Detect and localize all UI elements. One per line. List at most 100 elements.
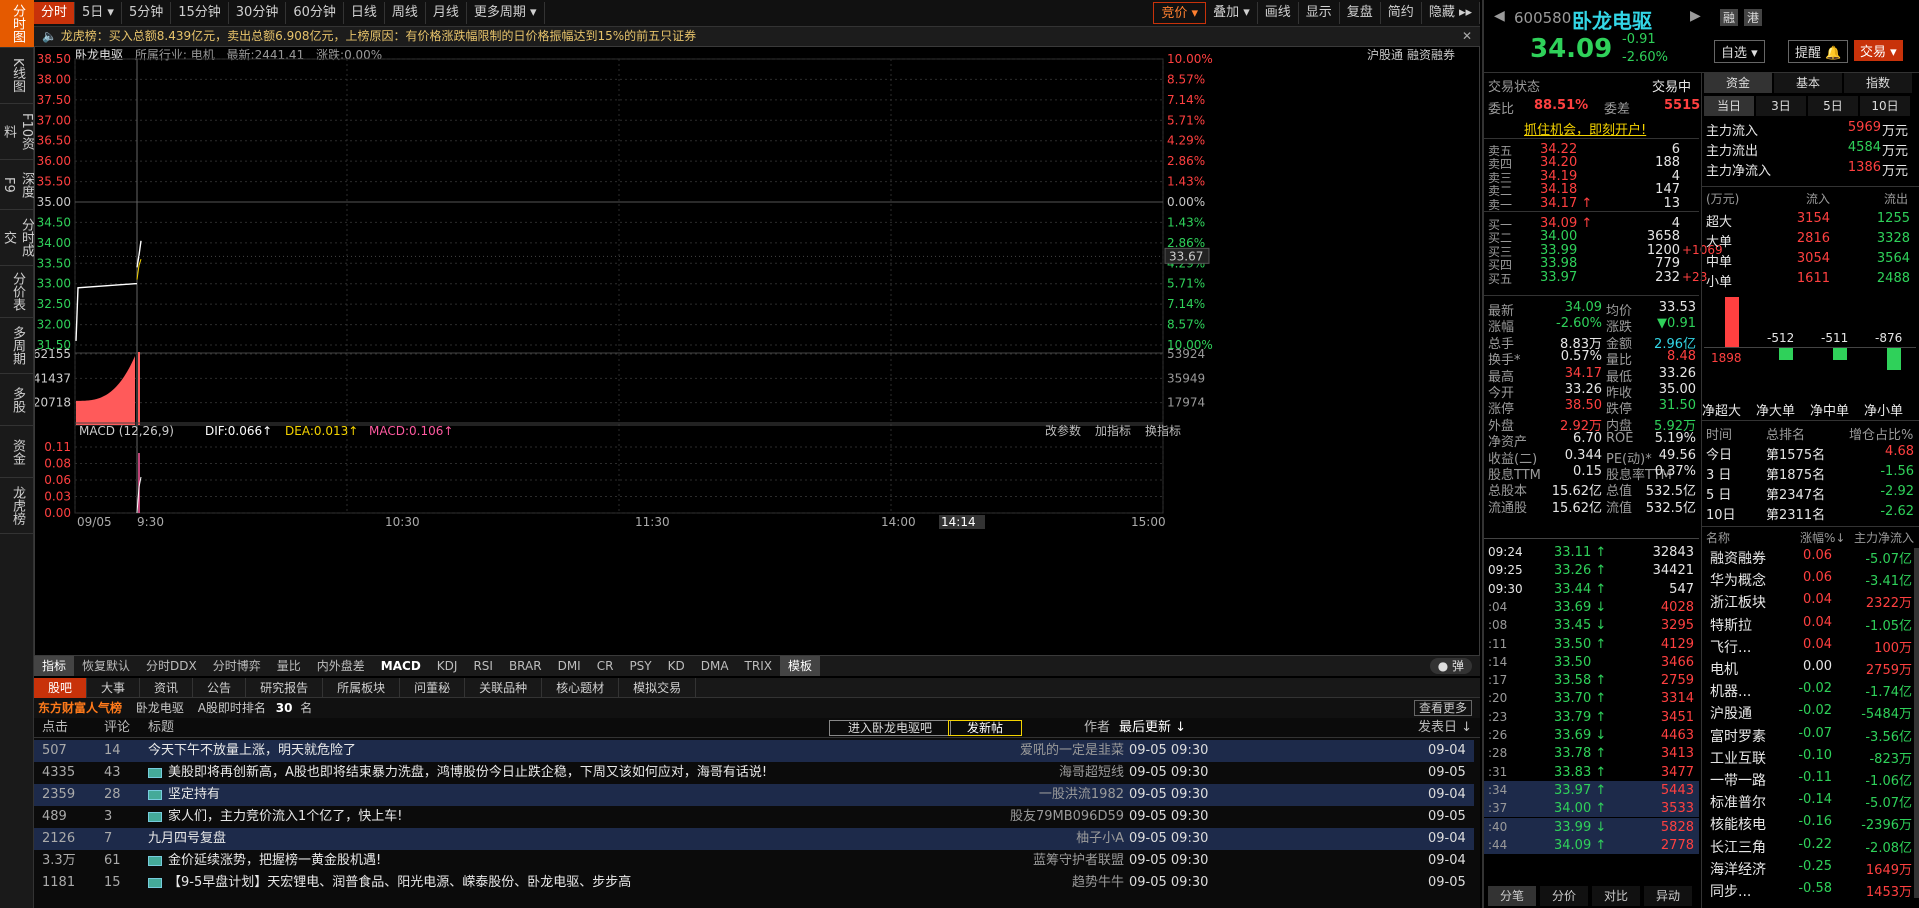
- sector-name[interactable]: 海洋经济: [1710, 859, 1766, 879]
- watchlist-button[interactable]: 自选 ▾: [1714, 40, 1765, 63]
- bottom-tab-3[interactable]: 公告: [193, 678, 247, 698]
- alert-button[interactable]: 提醒 🔔: [1788, 40, 1849, 63]
- period-tab-9[interactable]: 更多周期 ▾: [467, 2, 545, 24]
- prev-stock-icon[interactable]: ◀: [1494, 8, 1505, 24]
- indicator-tab-14[interactable]: DMA: [693, 656, 737, 676]
- bottom-tab-0[interactable]: 股吧: [34, 678, 88, 698]
- fund-tab-1[interactable]: 基本: [1774, 73, 1842, 93]
- indicator-tab-12[interactable]: PSY: [621, 656, 659, 676]
- toolbar-right-3[interactable]: 显示: [1299, 2, 1340, 24]
- sector-name[interactable]: 沪股通: [1710, 703, 1752, 723]
- left-tab-6[interactable]: 多周期: [0, 318, 34, 374]
- bottom-tab-4[interactable]: 研究报告: [246, 678, 324, 698]
- fund-period-2[interactable]: 5日: [1808, 96, 1858, 116]
- tick-tab-0[interactable]: 分笔: [1488, 886, 1536, 906]
- popup-toggle[interactable]: ● 弹: [1429, 658, 1472, 674]
- indicator-tab-16[interactable]: 模板: [779, 656, 820, 676]
- sector-name[interactable]: 核能核电: [1710, 814, 1766, 834]
- enter-forum-button[interactable]: 进入卧龙电驱吧: [829, 720, 952, 736]
- left-tab-5[interactable]: 分价表: [0, 266, 34, 318]
- left-tab-1[interactable]: K线图: [0, 48, 34, 104]
- indicator-tab-1[interactable]: 恢复默认: [74, 656, 138, 676]
- new-post-button[interactable]: 发新帖: [948, 720, 1023, 736]
- toolbar-right-1[interactable]: 叠加 ▾: [1206, 2, 1258, 24]
- open-account-link[interactable]: 抓住机会，即刻开户!: [1524, 119, 1646, 138]
- row-author[interactable]: 一股洪流1982: [1039, 784, 1124, 806]
- row-author[interactable]: 海哥超短线: [1059, 762, 1124, 784]
- row-author[interactable]: 股友79MB096D59: [1010, 806, 1124, 828]
- indicator-tab-4[interactable]: 量比: [269, 656, 309, 676]
- period-tab-2[interactable]: 5分钟: [122, 2, 172, 24]
- view-more-button[interactable]: 查看更多: [1413, 700, 1472, 716]
- period-tab-1[interactable]: 5日 ▾: [75, 2, 122, 24]
- indicator-tab-6[interactable]: MACD: [373, 656, 429, 676]
- forum-row[interactable]: 3.3万 61 金价延续涨势，把握榜一黄金股机遇! 蓝筹守护者联盟 09-05 09:3…: [34, 850, 1474, 872]
- period-tab-0[interactable]: 分时: [34, 2, 76, 24]
- row-title[interactable]: 【9-5早盘计划】天宏锂电、润普食品、阳光电源、嵘泰股份、卧龙电驱、步步高: [148, 872, 631, 894]
- bottom-tab-1[interactable]: 大事: [87, 678, 141, 698]
- intraday-chart[interactable]: 卧龙电驱 所属行业: 电机 最新:2441.41 涨跌:0.00% 沪股通 融资…: [34, 46, 1480, 656]
- indicator-tab-11[interactable]: CR: [589, 656, 622, 676]
- sector-name[interactable]: 浙江板块: [1710, 592, 1766, 612]
- sector-name[interactable]: 飞行...: [1710, 637, 1751, 657]
- sector-name[interactable]: 同步...: [1710, 881, 1751, 901]
- indicator-tab-13[interactable]: KD: [660, 656, 693, 676]
- left-tab-9[interactable]: 龙虎榜: [0, 478, 34, 534]
- indicator-tab-9[interactable]: BRAR: [501, 656, 550, 676]
- left-tab-8[interactable]: 资金: [0, 426, 34, 478]
- indicator-tab-3[interactable]: 分时博弈: [205, 656, 269, 676]
- indicator-tab-2[interactable]: 分时DDX: [138, 656, 205, 676]
- left-tab-4[interactable]: 分时成交: [0, 210, 34, 266]
- row-author[interactable]: 爱吼的一定是韭菜: [1020, 740, 1124, 762]
- tick-tab-1[interactable]: 分价: [1540, 886, 1588, 906]
- bottom-tab-5[interactable]: 所属板块: [323, 678, 401, 698]
- sector-name[interactable]: 电机: [1710, 659, 1738, 679]
- row-title[interactable]: 家人们，主力竞价流入1个亿了，快上车!: [148, 806, 402, 828]
- bottom-tab-8[interactable]: 核心题材: [542, 678, 620, 698]
- row-author[interactable]: 柚子小A: [1076, 828, 1124, 850]
- left-tab-0[interactable]: 分时图: [0, 0, 34, 48]
- row-author[interactable]: 蓝筹守护者联盟: [1033, 850, 1124, 872]
- fund-period-3[interactable]: 10日: [1860, 96, 1910, 116]
- fund-period-1[interactable]: 3日: [1756, 96, 1806, 116]
- period-tab-6[interactable]: 日线: [344, 2, 385, 24]
- bottom-tab-2[interactable]: 资讯: [140, 678, 194, 698]
- fund-period-0[interactable]: 当日: [1704, 96, 1754, 116]
- row-title[interactable]: 金价延续涨势，把握榜一黄金股机遇!: [148, 850, 381, 872]
- indicator-tab-8[interactable]: RSI: [465, 656, 501, 676]
- toolbar-right-2[interactable]: 画线: [1258, 2, 1299, 24]
- sector-scrollbar[interactable]: [1914, 548, 1919, 898]
- indicator-tab-10[interactable]: DMI: [550, 656, 589, 676]
- forum-row[interactable]: 2126 7 九月四号复盘 柚子小A 09-05 09:30 09-04: [34, 828, 1474, 850]
- row-title[interactable]: 今天下午不放量上涨，明天就危险了: [148, 740, 356, 762]
- next-stock-icon[interactable]: ▶: [1690, 8, 1701, 24]
- sector-name[interactable]: 标准普尔: [1710, 792, 1766, 812]
- sector-name[interactable]: 一带一路: [1710, 770, 1766, 790]
- sector-name[interactable]: 融资融券: [1710, 548, 1766, 568]
- forum-row[interactable]: 507 14 今天下午不放量上涨，明天就危险了 爱吼的一定是韭菜 09-05 09:30…: [34, 740, 1474, 762]
- indicator-tab-5[interactable]: 内外盘差: [309, 656, 373, 676]
- forum-row[interactable]: 1181 15 【9-5早盘计划】天宏锂电、润普食品、阳光电源、嵘泰股份、卧龙电驱、…: [34, 872, 1474, 894]
- close-icon[interactable]: ✕: [1462, 27, 1472, 46]
- forum-row[interactable]: 489 3 家人们，主力竞价流入1个亿了，快上车! 股友79MB096D59 09-05…: [34, 806, 1474, 828]
- toolbar-right-0[interactable]: 竞价 ▾: [1153, 2, 1207, 24]
- toolbar-right-5[interactable]: 简约: [1381, 2, 1422, 24]
- left-tab-2[interactable]: F10资料: [0, 104, 34, 160]
- col-last-update[interactable]: 最后更新 ↓: [1119, 718, 1186, 738]
- left-tab-7[interactable]: 多股: [0, 374, 34, 426]
- sector-name[interactable]: 富时罗素: [1710, 726, 1766, 746]
- fund-tab-0[interactable]: 资金: [1704, 73, 1772, 93]
- indicator-tab-0[interactable]: 指标: [34, 656, 75, 676]
- tick-tab-2[interactable]: 对比: [1592, 886, 1640, 906]
- bottom-tab-6[interactable]: 问董秘: [400, 678, 466, 698]
- left-tab-3[interactable]: 深度F9: [0, 160, 34, 210]
- sector-name[interactable]: 工业互联: [1710, 748, 1766, 768]
- bottom-tab-9[interactable]: 模拟交易: [619, 678, 697, 698]
- row-title[interactable]: 坚定持有: [148, 784, 220, 806]
- bottom-tab-7[interactable]: 关联品种: [465, 678, 543, 698]
- row-author[interactable]: 趋势牛牛: [1072, 872, 1124, 894]
- period-tab-7[interactable]: 周线: [385, 2, 426, 24]
- sector-name[interactable]: 长江三角: [1710, 837, 1766, 857]
- tick-tab-3[interactable]: 异动: [1644, 886, 1692, 906]
- sector-name[interactable]: 特斯拉: [1710, 615, 1752, 635]
